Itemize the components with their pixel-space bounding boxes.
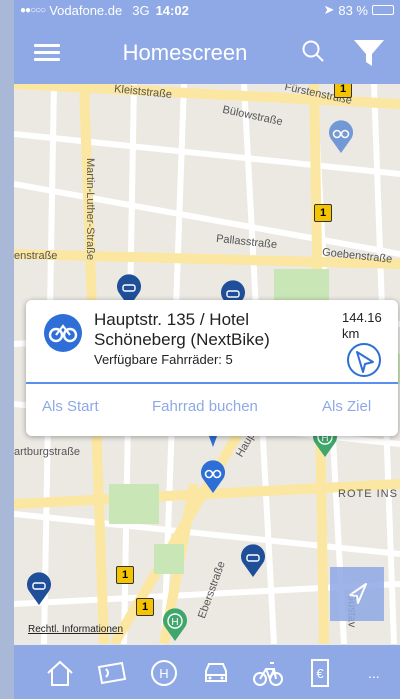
route-badge: 1 <box>136 598 154 616</box>
nextbike-logo-icon <box>44 314 82 352</box>
popup-divider <box>26 382 398 384</box>
street-label: enstraße <box>14 250 58 262</box>
station-title: Hauptstr. 135 / Hotel Schöneberg (NextBi… <box>94 310 270 349</box>
available-bikes: Verfügbare Fahrräder: 5 <box>94 352 233 367</box>
distance-unit: km <box>342 326 360 341</box>
bike-icon <box>253 662 283 686</box>
car-sharing-pin[interactable] <box>26 572 52 606</box>
carrier-name: Vodafone.de <box>49 2 123 18</box>
page-title: Homescreen <box>122 40 248 65</box>
route-badge: 1 <box>314 204 332 222</box>
tab-tickets[interactable] <box>96 657 128 689</box>
more-tabs-button[interactable]: ... <box>368 665 380 681</box>
street-label: artburgstraße <box>14 446 81 458</box>
signal-strength: ●●○○○ <box>20 4 46 16</box>
tab-fares[interactable]: € <box>304 657 336 689</box>
network-type: 3G <box>132 2 150 18</box>
navigation-bar: Homescreen <box>14 20 400 84</box>
set-as-start-button[interactable]: Als Start <box>42 398 99 415</box>
location-arrow-icon <box>349 583 367 604</box>
route-badge: 1 <box>334 84 352 98</box>
legal-info-link[interactable]: Rechtl. Informationen <box>28 624 123 635</box>
search-icon[interactable] <box>300 38 326 64</box>
app-frame: ●●○○○ Vodafone.de 3G 14:02 ➤ 83 % Homesc… <box>14 0 400 699</box>
route-badge: 1 <box>116 566 134 584</box>
street-label: Martin-Luther-Straße <box>84 158 96 261</box>
status-bar: ●●○○○ Vodafone.de 3G 14:02 ➤ 83 % <box>14 0 400 20</box>
street-label: ROTE INS <box>338 488 398 500</box>
menu-icon[interactable] <box>34 44 60 62</box>
clock: 14:02 <box>155 2 189 18</box>
parking-icon: H <box>151 660 177 686</box>
distance-value: 144.16 <box>342 310 382 325</box>
svg-text:H: H <box>171 617 178 628</box>
svg-text:H: H <box>159 666 168 681</box>
ticket-icon <box>97 661 127 685</box>
set-as-goal-button[interactable]: Als Ziel <box>322 398 371 415</box>
location-arrow-icon: ➤ <box>323 2 335 17</box>
locate-me-button[interactable] <box>330 567 384 621</box>
ticket-euro-icon: € <box>311 659 329 687</box>
battery-icon <box>372 5 394 15</box>
tab-home[interactable] <box>44 657 76 689</box>
tab-car[interactable] <box>200 657 232 689</box>
home-icon <box>47 660 73 686</box>
bike-station-pin[interactable] <box>200 460 226 494</box>
map-view[interactable]: Kleiststraße Fürstenstraße Bülowstraße M… <box>14 84 400 644</box>
battery-percent: 83 % <box>338 2 368 18</box>
bike-station-pin[interactable] <box>328 120 354 154</box>
car-icon <box>205 663 227 682</box>
tab-bike[interactable] <box>252 657 284 689</box>
navigate-icon[interactable] <box>346 342 382 378</box>
distance: 144.16 km <box>342 310 382 342</box>
book-bike-button[interactable]: Fahrrad buchen <box>152 398 258 415</box>
station-info-popup: Hauptstr. 135 / Hotel Schöneberg (NextBi… <box>26 300 398 436</box>
tab-bar: H € ... <box>14 645 400 699</box>
tab-parking[interactable]: H <box>148 657 180 689</box>
car-sharing-pin[interactable] <box>240 544 266 578</box>
filter-icon[interactable] <box>352 36 386 70</box>
parking-pin[interactable]: H <box>162 608 188 642</box>
svg-text:€: € <box>316 666 324 681</box>
